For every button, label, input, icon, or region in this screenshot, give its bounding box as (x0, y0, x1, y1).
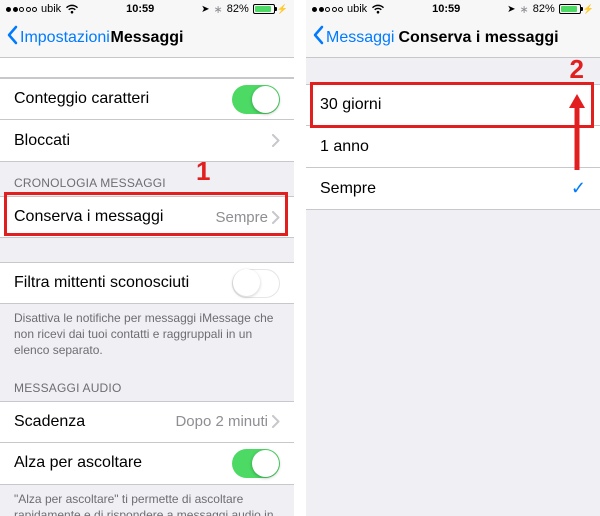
row-raise-listen[interactable]: Alza per ascoltare (0, 443, 294, 485)
group-header-history: CRONOLOGIA MESSAGGI (0, 162, 294, 196)
back-label: Impostazioni (20, 29, 110, 47)
bluetooth-icon: ∗ (520, 3, 529, 16)
option-label: 30 giorni (320, 96, 586, 114)
row-keep-messages[interactable]: Conserva i messaggi Sempre (0, 196, 294, 238)
back-label: Messaggi (326, 29, 394, 47)
row-expiry[interactable]: Scadenza Dopo 2 minuti (0, 401, 294, 443)
wifi-icon (371, 4, 385, 14)
clock: 10:59 (126, 3, 154, 15)
row-value: Sempre (215, 209, 268, 226)
chevron-right-icon (272, 211, 280, 224)
row-label: Alza per ascoltare (14, 454, 232, 472)
location-icon: ➤ (201, 4, 209, 15)
signal-dots-icon (312, 7, 343, 12)
toggle-filter-unknown[interactable] (232, 269, 280, 298)
status-bar: ubik 10:59 ➤ ∗ 82% ⚡ (0, 0, 294, 18)
chevron-right-icon (272, 415, 280, 428)
carrier-label: ubik (347, 3, 367, 15)
row-value: Dopo 2 minuti (175, 413, 268, 430)
battery-icon (253, 4, 275, 14)
screenshot-right: ubik 10:59 ➤ ∗ 82% ⚡ Messaggi Conserva i… (306, 0, 600, 516)
back-button[interactable]: Impostazioni (6, 25, 110, 50)
clock: 10:59 (432, 3, 460, 15)
row-filter-unknown[interactable]: Filtra mittenti sconosciuti (0, 262, 294, 304)
chevron-left-icon (312, 25, 324, 50)
bluetooth-icon: ∗ (214, 3, 223, 16)
option-label: 1 anno (320, 138, 586, 156)
row-label: Scadenza (14, 413, 175, 431)
toggle-raise-listen[interactable] (232, 449, 280, 478)
option-1-year[interactable]: 1 anno (306, 126, 600, 168)
group-header-audio: MESSAGGI AUDIO (0, 367, 294, 401)
row-label: Bloccati (14, 132, 272, 150)
row-char-count[interactable]: Conteggio caratteri (0, 78, 294, 120)
battery-pct: 82% (533, 3, 555, 15)
carrier-label: ubik (41, 3, 61, 15)
option-forever[interactable]: Sempre ✓ (306, 168, 600, 210)
row-blocked[interactable]: Bloccati (0, 120, 294, 162)
screenshot-left: ubik 10:59 ➤ ∗ 82% ⚡ Impostazioni Messag… (0, 0, 294, 516)
battery-pct: 82% (227, 3, 249, 15)
row-label: Filtra mittenti sconosciuti (14, 274, 232, 292)
footer-filter-note: Disattiva le notifiche per messaggi iMes… (0, 304, 294, 367)
checkmark-icon: ✓ (571, 178, 586, 199)
nav-bar: Messaggi Conserva i messaggi (306, 18, 600, 58)
chevron-right-icon (272, 134, 280, 147)
option-30-days[interactable]: 30 giorni (306, 84, 600, 126)
charging-icon: ⚡ (583, 4, 594, 15)
footer-raise-note: "Alza per ascoltare" ti permette di asco… (0, 485, 294, 516)
back-button[interactable]: Messaggi (312, 25, 394, 50)
location-icon: ➤ (507, 4, 515, 15)
page-title: Conserva i messaggi (398, 29, 558, 47)
row-label: Conserva i messaggi (14, 208, 215, 226)
battery-icon (559, 4, 581, 14)
chevron-left-icon (6, 25, 18, 50)
nav-bar: Impostazioni Messaggi (0, 18, 294, 58)
charging-icon: ⚡ (277, 4, 288, 15)
option-label: Sempre (320, 180, 571, 198)
signal-dots-icon (6, 7, 37, 12)
wifi-icon (65, 4, 79, 14)
row-label: Conteggio caratteri (14, 90, 232, 108)
clipped-row (0, 58, 294, 78)
toggle-char-count[interactable] (232, 85, 280, 114)
status-bar: ubik 10:59 ➤ ∗ 82% ⚡ (306, 0, 600, 18)
